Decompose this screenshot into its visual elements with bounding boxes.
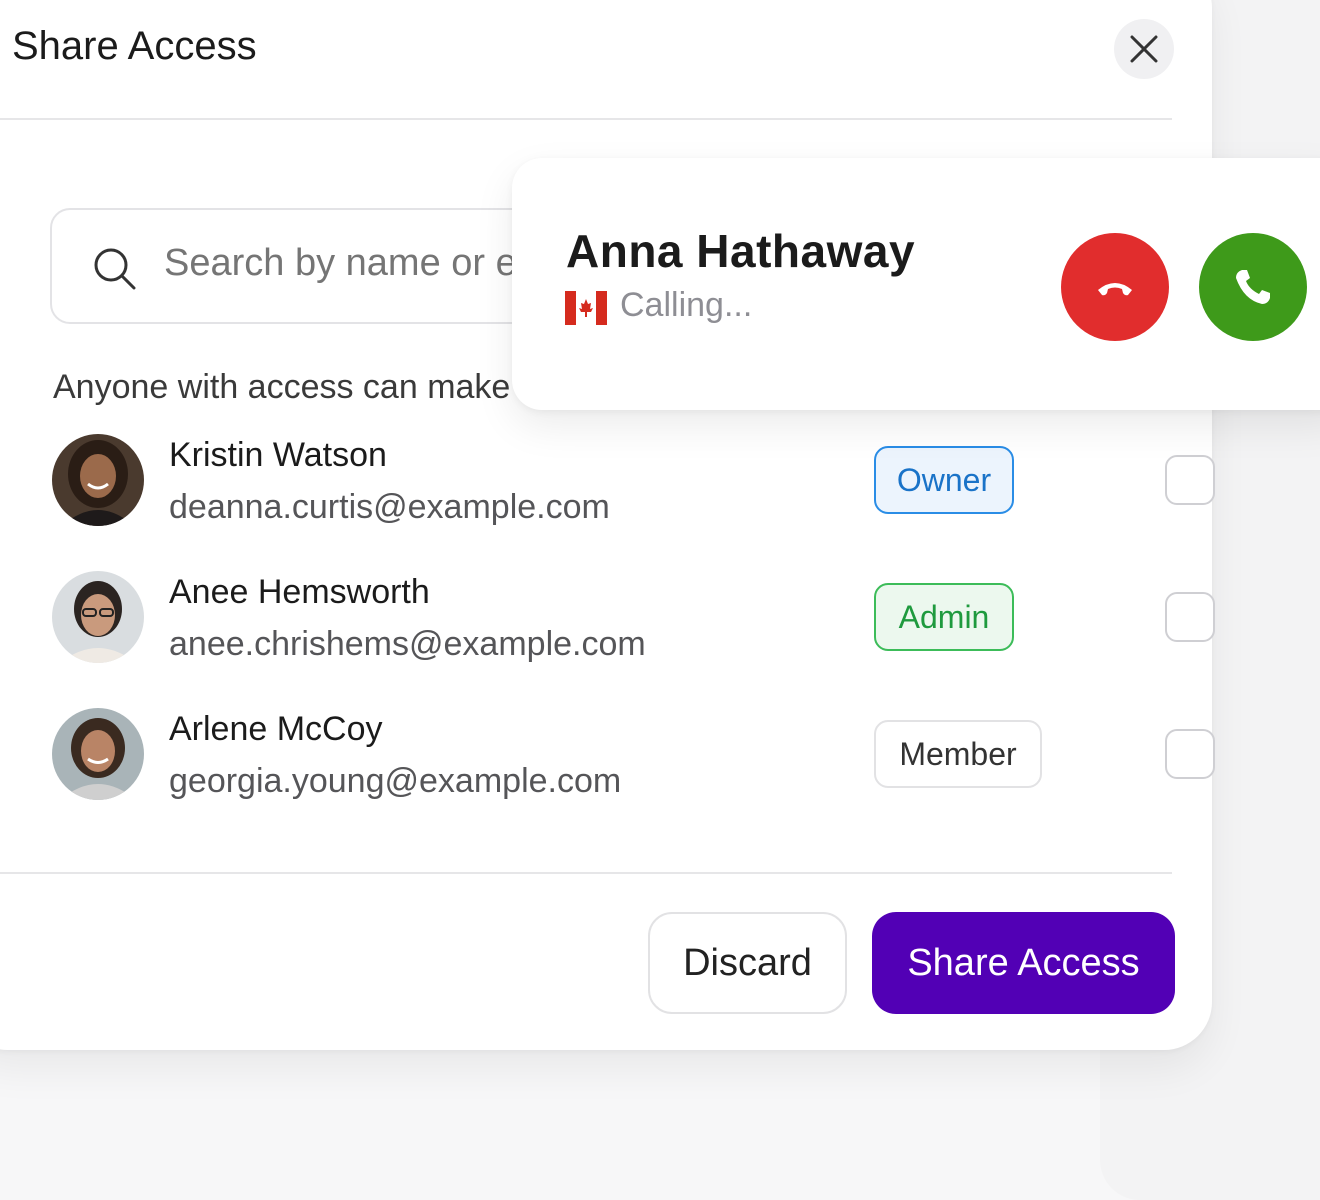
avatar	[52, 708, 144, 800]
member-email: georgia.young@example.com	[169, 762, 622, 800]
member-row: Kristin Watson deanna.curtis@example.com…	[40, 434, 1215, 534]
footer-divider	[0, 872, 1172, 874]
member-checkbox[interactable]	[1165, 455, 1215, 505]
avatar	[52, 571, 144, 663]
role-badge-owner[interactable]: Owner	[874, 446, 1014, 514]
member-checkbox[interactable]	[1165, 729, 1215, 779]
role-badge-admin[interactable]: Admin	[874, 583, 1014, 651]
phone-accept-icon	[1236, 270, 1270, 304]
member-checkbox[interactable]	[1165, 592, 1215, 642]
access-hint: Anyone with access can make o	[53, 368, 539, 406]
close-icon	[1130, 35, 1158, 63]
call-status: Calling...	[620, 286, 753, 324]
accept-call-button[interactable]	[1199, 233, 1307, 341]
member-name: Anee Hemsworth	[169, 573, 430, 611]
caller-name: Anna Hathaway	[566, 225, 916, 277]
role-badge-member[interactable]: Member	[874, 720, 1042, 788]
canada-flag-icon	[565, 291, 607, 325]
member-name: Arlene McCoy	[169, 710, 383, 748]
member-row: Anee Hemsworth anee.chrishems@example.co…	[40, 571, 1215, 671]
decline-call-button[interactable]	[1061, 233, 1169, 341]
dialog-title: Share Access	[12, 24, 257, 68]
header-divider	[0, 118, 1172, 120]
avatar	[52, 434, 144, 526]
phone-decline-icon	[1098, 283, 1132, 296]
member-email: deanna.curtis@example.com	[169, 488, 610, 526]
member-email: anee.chrishems@example.com	[169, 625, 646, 663]
incoming-call-card: Anna Hathaway Calling...	[512, 158, 1320, 410]
share-access-button[interactable]: Share Access	[872, 912, 1175, 1014]
member-row: Arlene McCoy georgia.young@example.com M…	[40, 708, 1215, 808]
search-icon	[94, 248, 136, 290]
member-name: Kristin Watson	[169, 436, 387, 474]
close-button[interactable]	[1114, 19, 1174, 79]
discard-button[interactable]: Discard	[648, 912, 847, 1014]
